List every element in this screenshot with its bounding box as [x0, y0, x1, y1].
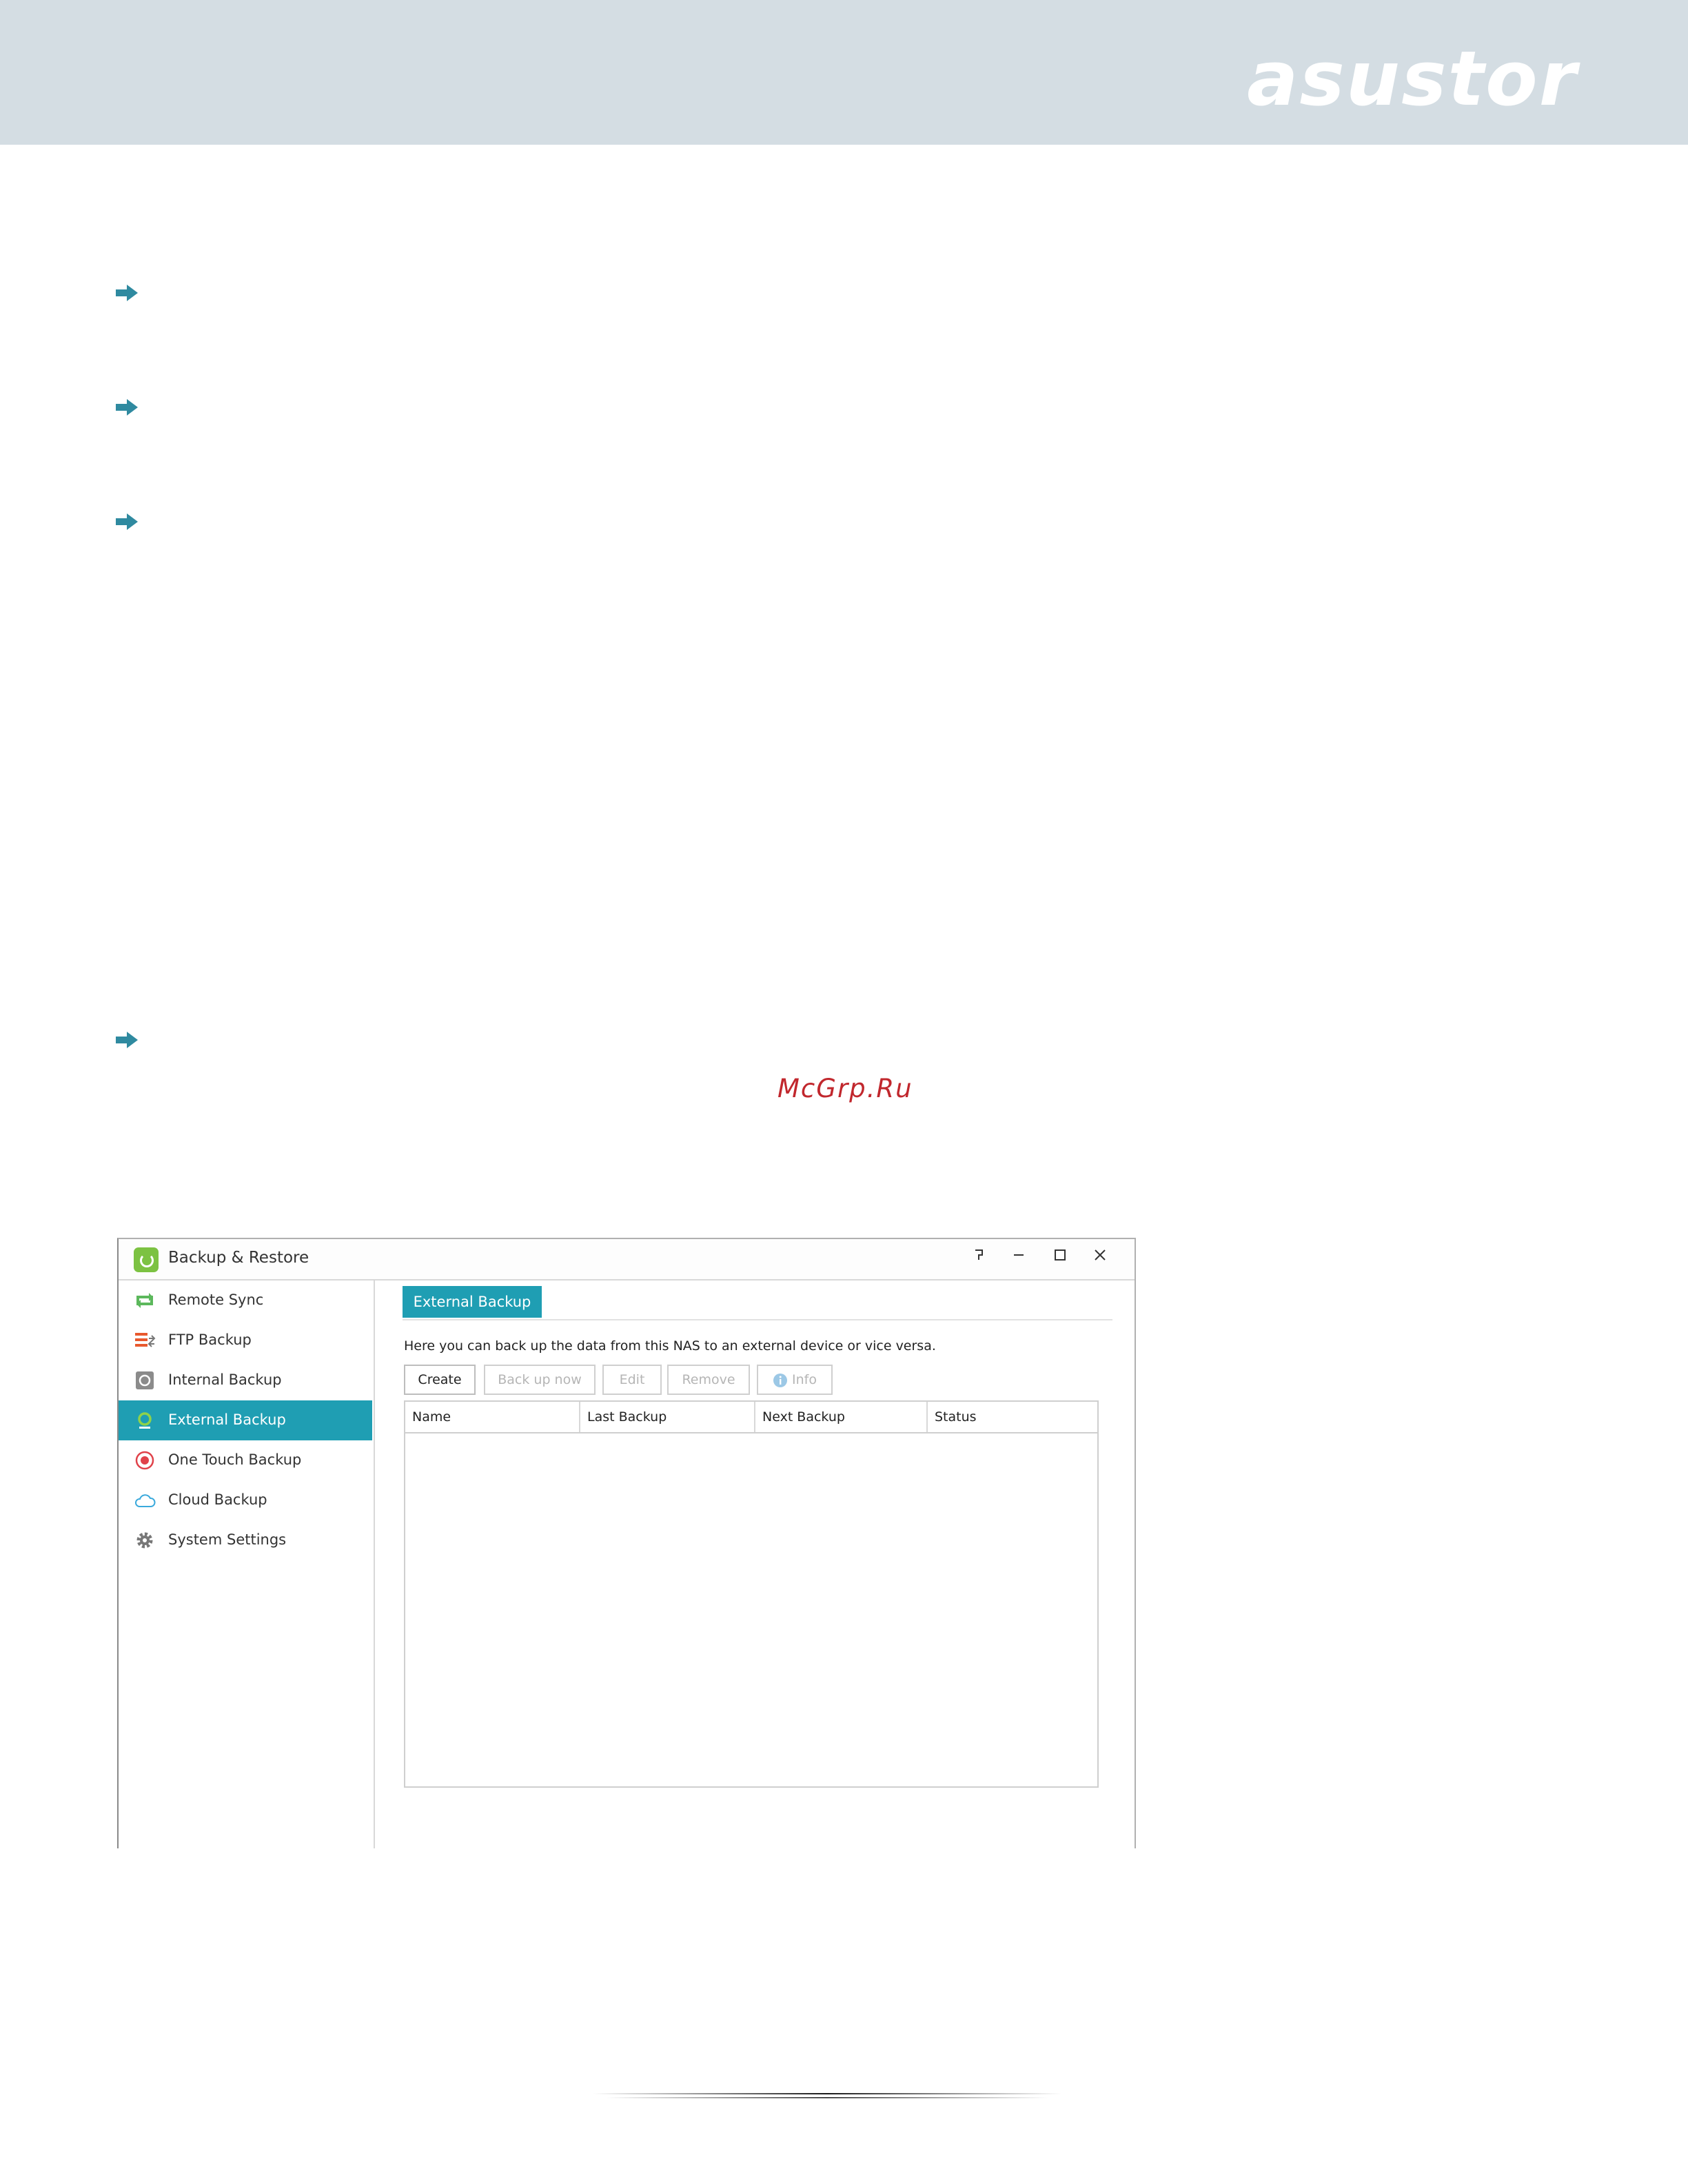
table-header: Name Last Backup Next Backup Status: [405, 1402, 1097, 1433]
sidebar-item-label: One Touch Backup: [168, 1451, 302, 1468]
cloud-backup-icon: [135, 1494, 156, 1507]
info-icon: [773, 1373, 788, 1387]
arrow-bullet-icon: [116, 513, 138, 530]
arrow-bullet-icon: [116, 285, 138, 301]
column-header-next-backup[interactable]: Next Backup: [755, 1402, 928, 1432]
column-header-status[interactable]: Status: [928, 1402, 1097, 1432]
tab-divider: [403, 1319, 1112, 1320]
sidebar-item-external-backup[interactable]: External Backup: [119, 1400, 372, 1440]
page-header: asustor: [0, 0, 1688, 145]
column-header-last-backup[interactable]: Last Backup: [580, 1402, 755, 1432]
minimize-icon[interactable]: [1005, 1245, 1033, 1272]
one-touch-backup-icon: [135, 1451, 154, 1470]
sidebar-item-label: System Settings: [168, 1531, 287, 1548]
back-up-now-button[interactable]: Back up now: [484, 1365, 596, 1395]
asustor-logo: asustor: [1247, 34, 1578, 123]
sidebar-item-one-touch-backup[interactable]: One Touch Backup: [119, 1440, 372, 1480]
remove-button[interactable]: Remove: [667, 1365, 750, 1395]
description-text: Here you can back up the data from this …: [404, 1338, 936, 1354]
backup-restore-window: Backup & Restore Remote Sync FTP Backup …: [117, 1238, 1136, 1848]
tab-external-backup[interactable]: External Backup: [403, 1286, 542, 1318]
sidebar-item-label: Cloud Backup: [168, 1491, 267, 1508]
close-icon[interactable]: [1086, 1245, 1114, 1272]
backup-restore-app-icon: [134, 1247, 159, 1272]
info-button[interactable]: Info: [757, 1365, 833, 1395]
sidebar-item-remote-sync[interactable]: Remote Sync: [119, 1280, 372, 1320]
external-backup-icon: [138, 1412, 152, 1429]
sidebar-item-label: External Backup: [168, 1411, 286, 1428]
sidebar-item-cloud-backup[interactable]: Cloud Backup: [119, 1480, 372, 1520]
ftp-backup-icon: [135, 1333, 156, 1347]
sidebar-item-label: Internal Backup: [168, 1371, 282, 1388]
sidebar-item-system-settings[interactable]: System Settings: [119, 1520, 372, 1560]
maximize-icon[interactable]: [1046, 1245, 1074, 1272]
info-button-label: Info: [792, 1372, 817, 1387]
sidebar-item-label: Remote Sync: [168, 1292, 264, 1308]
column-header-name[interactable]: Name: [405, 1402, 580, 1432]
remote-sync-icon: [136, 1293, 153, 1308]
sidebar-item-ftp-backup[interactable]: FTP Backup: [119, 1320, 372, 1360]
arrow-bullet-icon: [116, 1032, 138, 1048]
watermark-text: McGrp.Ru: [777, 1074, 913, 1103]
help-icon[interactable]: [965, 1245, 993, 1272]
gear-icon: [136, 1532, 153, 1549]
edit-button[interactable]: Edit: [602, 1365, 662, 1395]
arrow-bullet-icon: [116, 399, 138, 416]
create-button[interactable]: Create: [404, 1365, 476, 1395]
window-titlebar[interactable]: Backup & Restore: [119, 1239, 1135, 1280]
window-title: Backup & Restore: [168, 1249, 309, 1267]
sidebar-item-label: FTP Backup: [168, 1331, 252, 1348]
sidebar: Remote Sync FTP Backup Internal Backup E…: [119, 1280, 375, 1848]
sidebar-item-internal-backup[interactable]: Internal Backup: [119, 1360, 372, 1400]
footer-rule: [593, 2093, 1061, 2099]
backup-jobs-table: Name Last Backup Next Backup Status: [404, 1400, 1099, 1788]
internal-backup-icon: [136, 1371, 154, 1389]
